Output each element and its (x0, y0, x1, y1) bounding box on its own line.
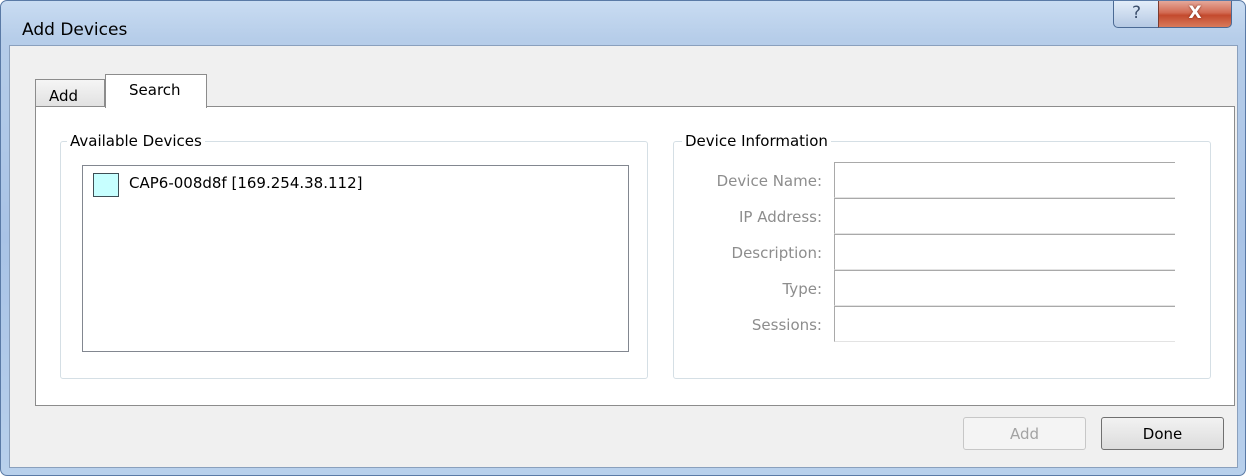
sessions-label: Sessions: (751, 316, 822, 334)
done-button[interactable]: Done (1101, 417, 1224, 450)
sessions-field[interactable] (834, 306, 1175, 342)
title-bar[interactable]: Add Devices ? X (1, 1, 1245, 45)
type-label: Type: (782, 280, 822, 298)
available-devices-group: Available Devices CAP6-008d8f [169.254.3… (60, 132, 648, 379)
help-icon: ? (1131, 3, 1142, 23)
device-status-icon (93, 173, 119, 197)
device-information-legend: Device Information (682, 132, 831, 150)
close-icon: X (1188, 3, 1202, 23)
add-button[interactable]: Add (963, 417, 1086, 450)
tab-search-label: Search (129, 81, 181, 99)
search-tab-panel: Available Devices CAP6-008d8f [169.254.3… (35, 106, 1235, 406)
tab-add[interactable]: Add (35, 79, 105, 107)
description-label: Description: (731, 244, 822, 262)
tab-search[interactable]: Search (105, 74, 207, 108)
add-devices-dialog: Add Devices ? X Add Search Available Dev… (0, 0, 1246, 476)
tab-add-label: Add (49, 87, 79, 105)
close-button[interactable]: X (1158, 1, 1232, 28)
ip-address-label: IP Address: (738, 208, 822, 226)
window-title: Add Devices (22, 20, 128, 40)
ip-address-field[interactable] (834, 198, 1175, 234)
device-information-group: Device Information Device Name: IP Addre… (673, 132, 1211, 379)
help-button[interactable]: ? (1113, 1, 1160, 28)
dialog-client-area: Add Search Available Devices CAP6-008d8f… (9, 45, 1238, 468)
device-list-item-label: CAP6-008d8f [169.254.38.112] (129, 174, 363, 192)
available-devices-list[interactable]: CAP6-008d8f [169.254.38.112] (82, 165, 629, 352)
device-name-field[interactable] (834, 162, 1175, 198)
description-field[interactable] (834, 234, 1175, 270)
type-field[interactable] (834, 270, 1175, 306)
device-name-label: Device Name: (716, 172, 822, 190)
available-devices-legend: Available Devices (67, 132, 205, 150)
